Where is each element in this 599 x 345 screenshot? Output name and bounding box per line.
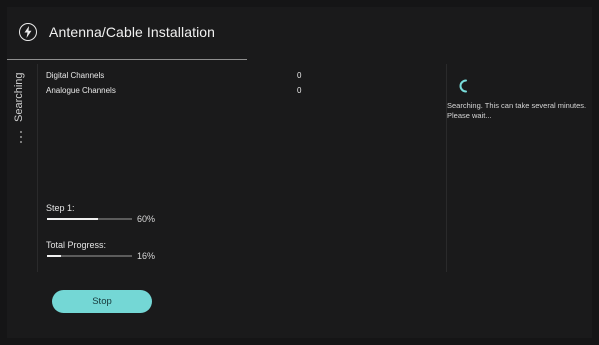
total-progress-bar (47, 255, 132, 257)
total-progress-fill (47, 255, 61, 257)
header: Antenna/Cable Installation (7, 7, 592, 60)
sidebar-tab-searching[interactable]: Searching (7, 60, 37, 273)
stop-button[interactable]: Stop (52, 290, 152, 313)
step-progress-percent: 60% (137, 214, 156, 224)
analogue-channels-row: Analogue Channels 0 (46, 86, 316, 98)
total-progress-label: Total Progress: (46, 240, 107, 250)
step-progress-bar (47, 218, 132, 220)
analogue-channels-label: Analogue Channels (46, 86, 116, 95)
page-title: Antenna/Cable Installation (49, 24, 216, 40)
searching-message: Searching. This can take several minutes… (447, 101, 587, 120)
divider-left (37, 64, 38, 272)
divider-right (446, 64, 447, 272)
header-underline (7, 59, 247, 60)
digital-channels-count: 0 (297, 71, 302, 80)
sidebar-tab-label: Searching (13, 72, 25, 122)
power-plug-icon (19, 23, 37, 41)
analogue-channels-count: 0 (297, 86, 302, 95)
step-progress-label: Step 1: (46, 203, 75, 213)
digital-channels-row: Digital Channels 0 (46, 71, 316, 83)
digital-channels-label: Digital Channels (46, 71, 105, 80)
step-progress-fill (47, 218, 98, 220)
installation-screen: Antenna/Cable Installation Searching Dig… (7, 7, 592, 338)
more-dots-icon (20, 131, 23, 143)
total-progress-percent: 16% (137, 251, 156, 261)
loading-spinner-icon (459, 79, 469, 98)
